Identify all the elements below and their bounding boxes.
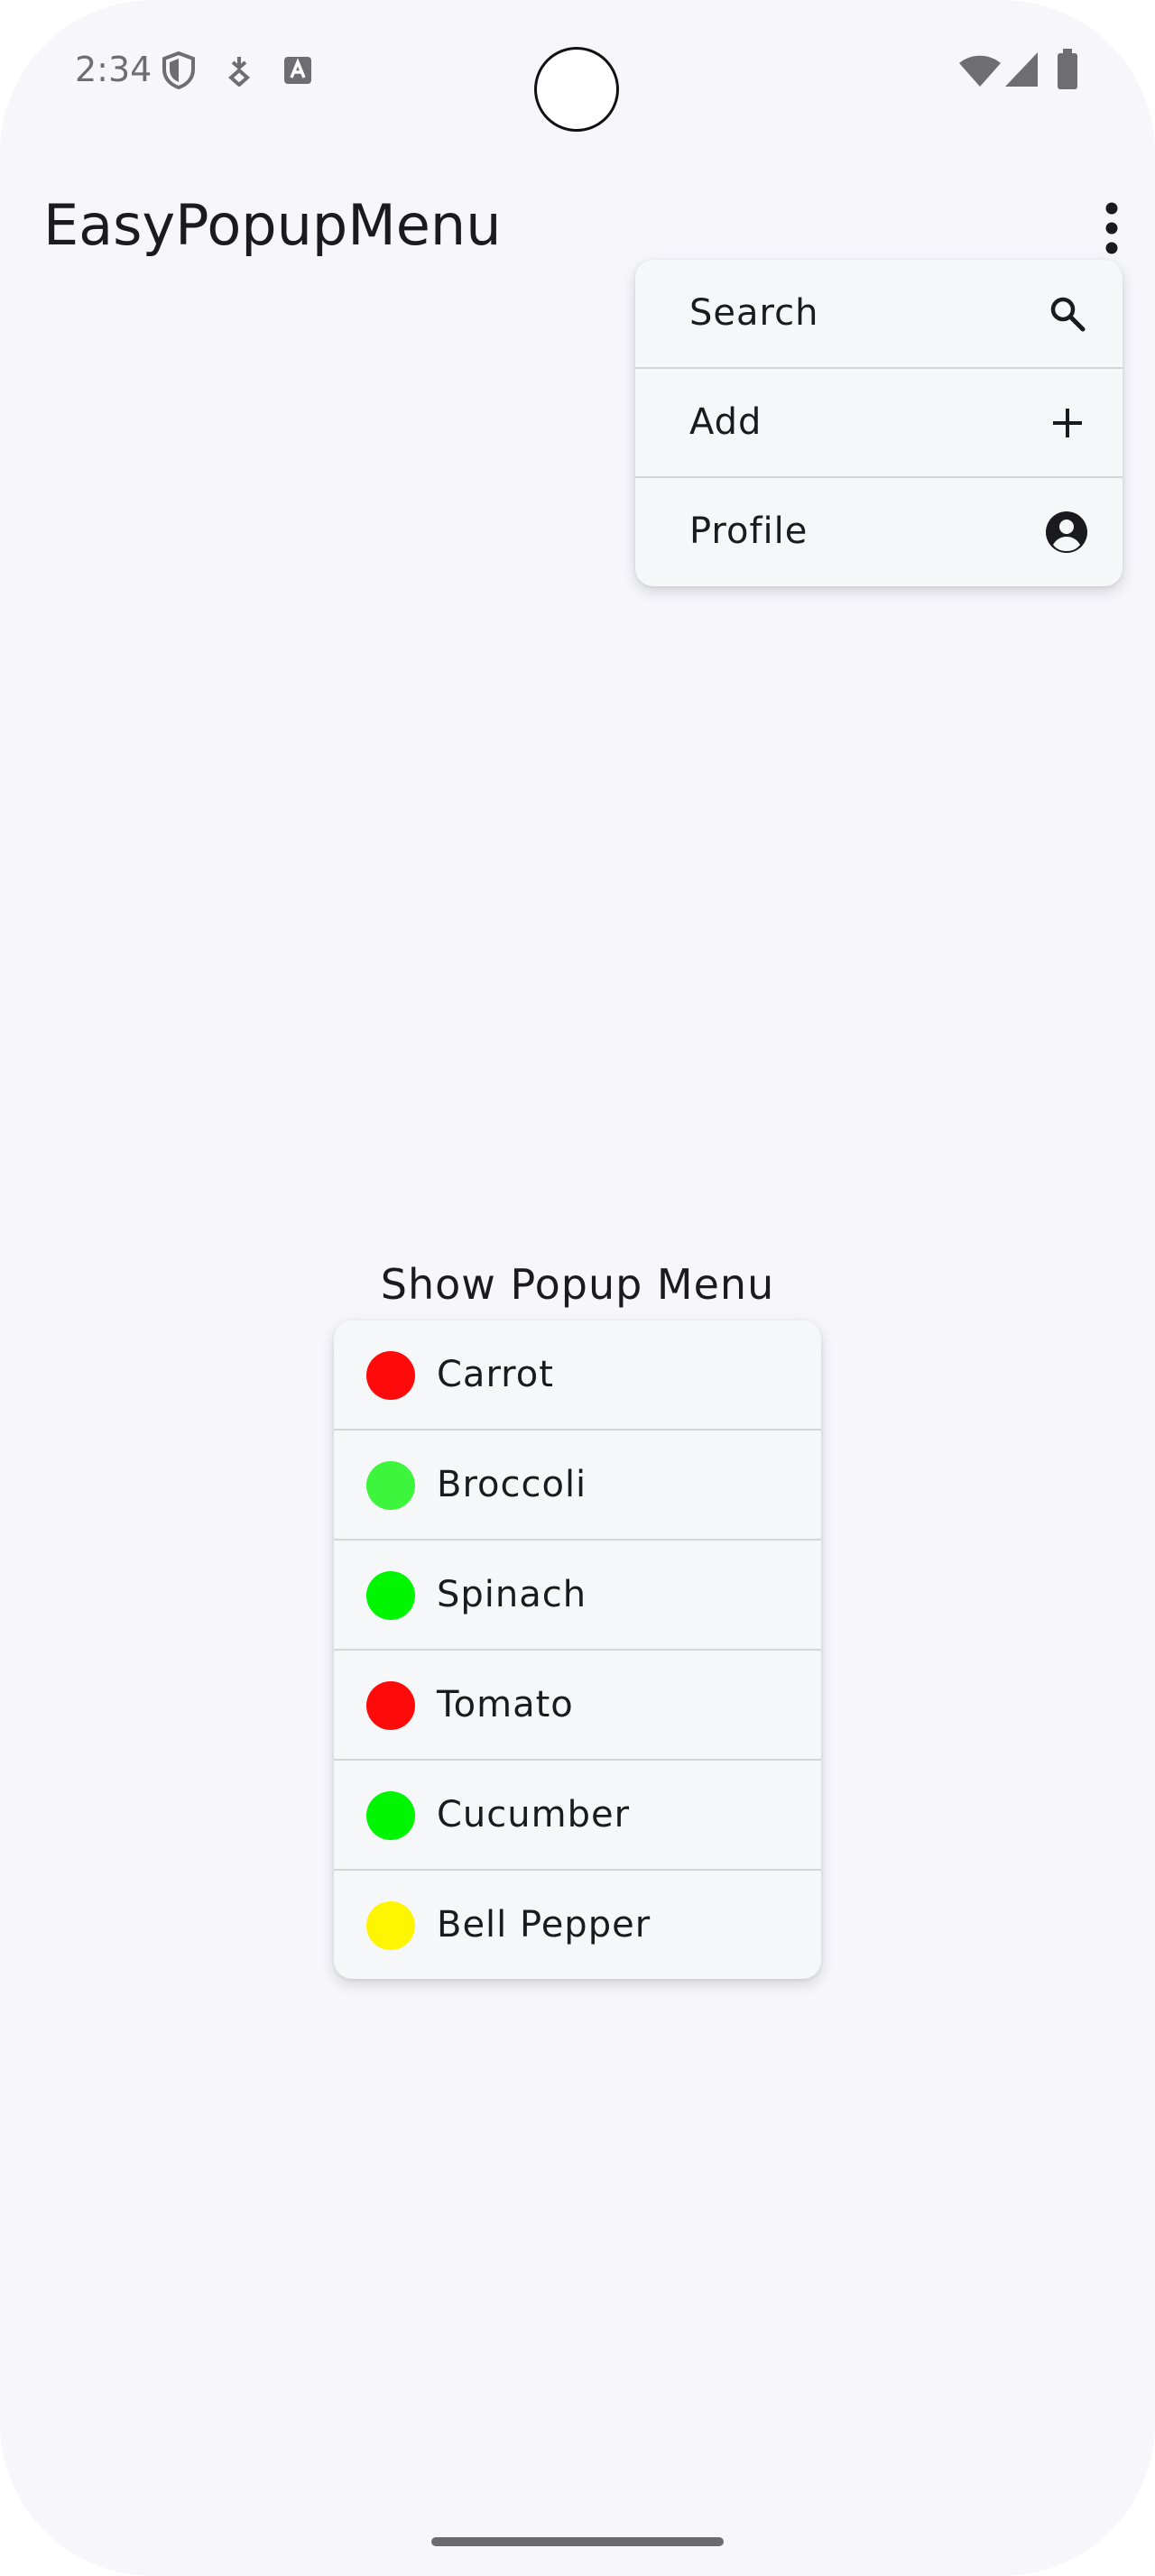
add-icon	[1053, 409, 1082, 437]
overflow-menu-button[interactable]	[1092, 200, 1132, 256]
menu-item-add[interactable]: Add	[635, 369, 1123, 478]
battery-icon	[1058, 49, 1077, 89]
vegetable-label: Bell Pepper	[437, 1904, 651, 1946]
menu-item-label: Search	[689, 292, 819, 334]
color-dot	[366, 1791, 415, 1840]
show-popup-menu-button[interactable]: Show Popup Menu	[0, 1257, 1155, 1311]
app-title: EasyPopupMenu	[43, 192, 502, 258]
menu-item-label: Add	[689, 401, 762, 443]
overflow-popup-menu: Search Add Profile	[635, 260, 1123, 586]
status-time: 2:34	[75, 50, 152, 89]
account-circle-icon	[1046, 511, 1087, 553]
home-indicator[interactable]	[431, 2537, 724, 2546]
menu-item-label: Profile	[689, 511, 808, 552]
menu-item-search[interactable]: Search	[635, 260, 1123, 369]
vegetable-label: Spinach	[437, 1574, 587, 1615]
color-dot	[366, 1461, 415, 1510]
cellular-signal-icon	[1005, 52, 1038, 87]
vegetable-item-spinach[interactable]: Spinach	[334, 1541, 821, 1651]
color-dot	[366, 1681, 415, 1730]
phone-screen: 2:34 EasyPopupMenu Search Add Profile Sh…	[0, 0, 1155, 2576]
vegetable-label: Broccoli	[437, 1464, 587, 1505]
wifi-icon	[959, 55, 1001, 87]
more-vert-icon	[1105, 202, 1118, 254]
vegetable-label: Tomato	[437, 1684, 574, 1725]
vegetable-item-tomato[interactable]: Tomato	[334, 1651, 821, 1761]
vegetable-item-bell-pepper[interactable]: Bell Pepper	[334, 1871, 821, 1979]
front-camera	[534, 47, 619, 132]
search-icon	[1050, 297, 1086, 332]
text-a-icon	[284, 57, 311, 84]
color-dot	[366, 1351, 415, 1400]
vegetable-item-cucumber[interactable]: Cucumber	[334, 1761, 821, 1871]
vegetable-item-carrot[interactable]: Carrot	[334, 1320, 821, 1431]
color-dot	[366, 1571, 415, 1620]
vegetable-label: Cucumber	[437, 1794, 631, 1835]
vegetable-label: Carrot	[437, 1354, 554, 1395]
vegetable-item-broccoli[interactable]: Broccoli	[334, 1431, 821, 1541]
vegetable-popup-menu: Carrot Broccoli Spinach Tomato Cucumber …	[334, 1320, 821, 1979]
download-status-icon	[227, 57, 251, 87]
menu-item-profile[interactable]: Profile	[635, 478, 1123, 584]
color-dot	[366, 1901, 415, 1950]
shield-icon	[162, 51, 195, 90]
